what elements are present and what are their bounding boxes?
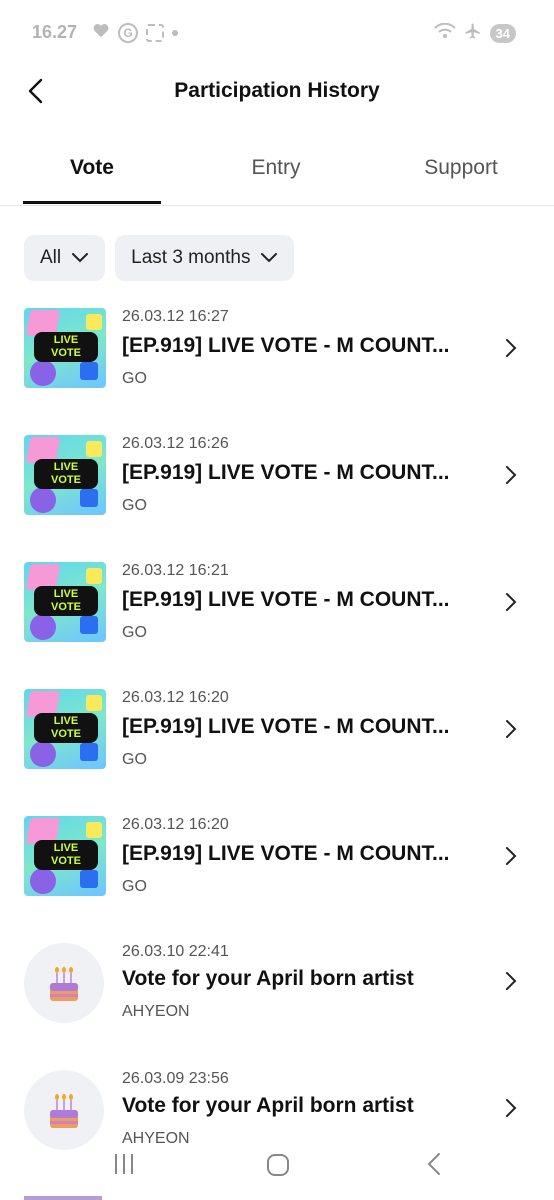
item-title: Vote for your April born artist	[122, 967, 414, 990]
live-vote-label: LIVE VOTE	[34, 713, 98, 743]
home-button[interactable]	[265, 1152, 291, 1183]
live-vote-label: LIVE VOTE	[34, 459, 98, 489]
cake-icon	[50, 967, 78, 1001]
system-nav-bar	[0, 1140, 554, 1190]
notification-dot-icon	[172, 29, 178, 36]
chevron-down-icon	[261, 253, 278, 263]
battery-indicator: 34	[489, 24, 516, 43]
live-vote-label: LIVE VOTE	[34, 840, 98, 870]
tab-vote[interactable]: Vote	[22, 156, 162, 180]
next-item-peek	[24, 1196, 102, 1200]
list-item[interactable]: LIVE VOTE 26.03.12 16:21 [EP.919] LIVE VO…	[0, 552, 554, 679]
page-title: Participation History	[174, 79, 380, 102]
item-subtitle: GO	[122, 878, 147, 895]
airplane-icon	[464, 22, 482, 45]
item-title: [EP.919] LIVE VOTE - M COUNT...	[122, 715, 450, 738]
tab-entry[interactable]: Entry	[206, 156, 346, 180]
item-date: 26.03.12 16:26	[122, 435, 229, 452]
screenshot-icon	[146, 23, 164, 42]
live-vote-label: LIVE VOTE	[34, 332, 98, 362]
status-icons-right: 34	[433, 22, 516, 45]
item-subtitle: GO	[122, 751, 147, 768]
item-date: 26.03.10 22:41	[122, 943, 229, 960]
heart-icon	[92, 22, 110, 43]
list-item[interactable]: LIVE VOTE 26.03.12 16:26 [EP.919] LIVE VO…	[0, 425, 554, 552]
list-item[interactable]: LIVE VOTE 26.03.12 16:20 [EP.919] LIVE VO…	[0, 806, 554, 933]
filter-bar: All Last 3 months	[24, 235, 295, 281]
chevron-right-icon	[506, 720, 517, 738]
item-title: [EP.919] LIVE VOTE - M COUNT...	[122, 588, 450, 611]
back-arrow-icon	[427, 1153, 440, 1175]
item-date: 26.03.12 16:27	[122, 308, 229, 325]
chevron-right-icon	[506, 1099, 517, 1117]
live-vote-thumbnail: LIVE VOTE	[24, 816, 106, 896]
item-subtitle: GO	[122, 497, 147, 514]
status-icons-left: G	[92, 22, 178, 43]
recent-apps-icon	[115, 1154, 133, 1174]
item-title: [EP.919] LIVE VOTE - M COUNT...	[122, 334, 450, 357]
cake-thumbnail	[24, 943, 104, 1023]
tab-support[interactable]: Support	[391, 156, 531, 180]
chevron-right-icon	[506, 593, 517, 611]
recent-apps-button[interactable]	[112, 1152, 136, 1181]
status-bar: 16.27 G 34	[0, 0, 554, 64]
system-back-button[interactable]	[424, 1152, 444, 1181]
item-date: 26.03.12 16:20	[122, 816, 229, 833]
item-subtitle: GO	[122, 370, 147, 387]
list-item[interactable]: 26.03.10 22:41 Vote for your April born …	[0, 943, 554, 1070]
cake-thumbnail	[24, 1070, 104, 1150]
live-vote-label: LIVE VOTE	[34, 586, 98, 616]
chevron-right-icon	[506, 847, 517, 865]
cake-icon	[50, 1094, 78, 1128]
chevron-right-icon	[506, 339, 517, 357]
header: Participation History	[0, 64, 554, 120]
live-vote-thumbnail: LIVE VOTE	[24, 562, 106, 642]
status-time: 16.27	[32, 22, 78, 42]
google-icon: G	[118, 22, 138, 43]
period-filter-dropdown[interactable]: Last 3 months	[115, 235, 295, 281]
item-title: [EP.919] LIVE VOTE - M COUNT...	[122, 461, 450, 484]
live-vote-thumbnail: LIVE VOTE	[24, 435, 106, 515]
list-item[interactable]: LIVE VOTE 26.03.12 16:27 [EP.919] LIVE VO…	[0, 298, 554, 425]
period-filter-label: Last 3 months	[131, 247, 251, 268]
item-title: Vote for your April born artist	[122, 1094, 414, 1117]
item-title: [EP.919] LIVE VOTE - M COUNT...	[122, 842, 450, 865]
active-tab-indicator	[23, 201, 161, 204]
chevron-right-icon	[506, 466, 517, 484]
chevron-down-icon	[72, 253, 89, 263]
item-date: 26.03.09 23:56	[122, 1070, 229, 1087]
item-subtitle: AHYEON	[122, 1003, 190, 1020]
chevron-right-icon	[506, 972, 517, 990]
tab-bar: Vote Entry Support	[0, 140, 554, 206]
home-icon	[267, 1154, 289, 1176]
live-vote-thumbnail: LIVE VOTE	[24, 689, 106, 769]
list-item[interactable]: LIVE VOTE 26.03.12 16:20 [EP.919] LIVE VO…	[0, 679, 554, 806]
type-filter-label: All	[40, 247, 62, 268]
item-date: 26.03.12 16:20	[122, 689, 229, 706]
participation-list: LIVE VOTE 26.03.12 16:27 [EP.919] LIVE VO…	[0, 298, 554, 1197]
wifi-icon	[433, 22, 456, 44]
type-filter-dropdown[interactable]: All	[24, 235, 106, 281]
item-subtitle: GO	[122, 624, 147, 641]
item-date: 26.03.12 16:21	[122, 562, 229, 579]
live-vote-thumbnail: LIVE VOTE	[24, 308, 106, 388]
